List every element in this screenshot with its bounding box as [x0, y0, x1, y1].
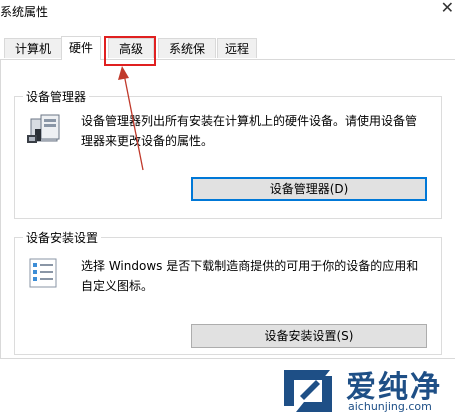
annotation-arrow-icon	[118, 66, 144, 171]
